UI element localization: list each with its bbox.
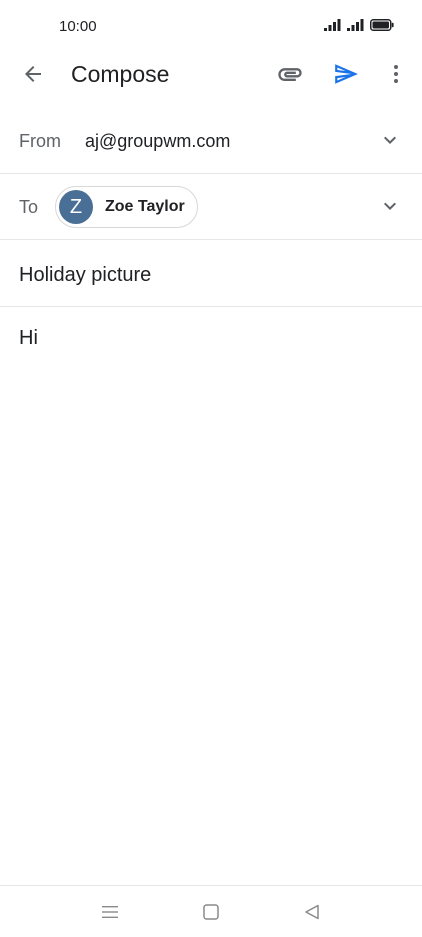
chevron-down-icon[interactable]: [378, 194, 402, 218]
send-icon: [335, 64, 358, 84]
arrow-back-icon: [25, 66, 41, 82]
body-text: Hi: [19, 327, 38, 349]
subject-text: Holiday picture: [19, 264, 152, 286]
subject-field[interactable]: Holiday picture: [0, 240, 422, 307]
nav-menu-button[interactable]: [98, 900, 122, 924]
chevron-down-icon[interactable]: [378, 128, 402, 152]
to-row[interactable]: To Z Zoe Taylor: [0, 174, 422, 240]
avatar: Z: [59, 190, 93, 224]
body-field[interactable]: Hi: [0, 307, 422, 885]
attach-button[interactable]: [270, 54, 310, 94]
menu-icon: [102, 906, 118, 918]
recipient-chip[interactable]: Z Zoe Taylor: [55, 186, 198, 228]
signal-icon: [347, 19, 364, 31]
back-button[interactable]: [13, 54, 53, 94]
from-label: From: [19, 131, 61, 151]
recipient-name: Zoe Taylor: [105, 198, 185, 215]
battery-icon: [370, 19, 394, 31]
status-time: 10:00: [59, 18, 97, 35]
nav-home-button[interactable]: [199, 900, 223, 924]
page-title: Compose: [71, 61, 170, 87]
to-label: To: [19, 197, 39, 217]
app-bar: Compose: [0, 52, 422, 100]
nav-back-button[interactable]: [300, 900, 324, 924]
home-square-icon: [203, 904, 219, 920]
triangle-back-icon: [305, 904, 319, 920]
more-vert-icon: [394, 65, 398, 83]
from-row[interactable]: From aj@groupwm.com: [0, 107, 422, 174]
more-options-button[interactable]: [376, 54, 416, 94]
send-button[interactable]: [326, 54, 366, 94]
compose-screen: 10:00 Compose From aj@groupwm.com To Z Z…: [0, 0, 422, 937]
system-nav-bar: [0, 885, 422, 937]
status-icons: [324, 19, 394, 31]
from-address: aj@groupwm.com: [85, 131, 231, 151]
paperclip-icon: [278, 68, 302, 81]
signal-icon: [324, 19, 341, 31]
status-bar: 10:00: [0, 0, 422, 52]
